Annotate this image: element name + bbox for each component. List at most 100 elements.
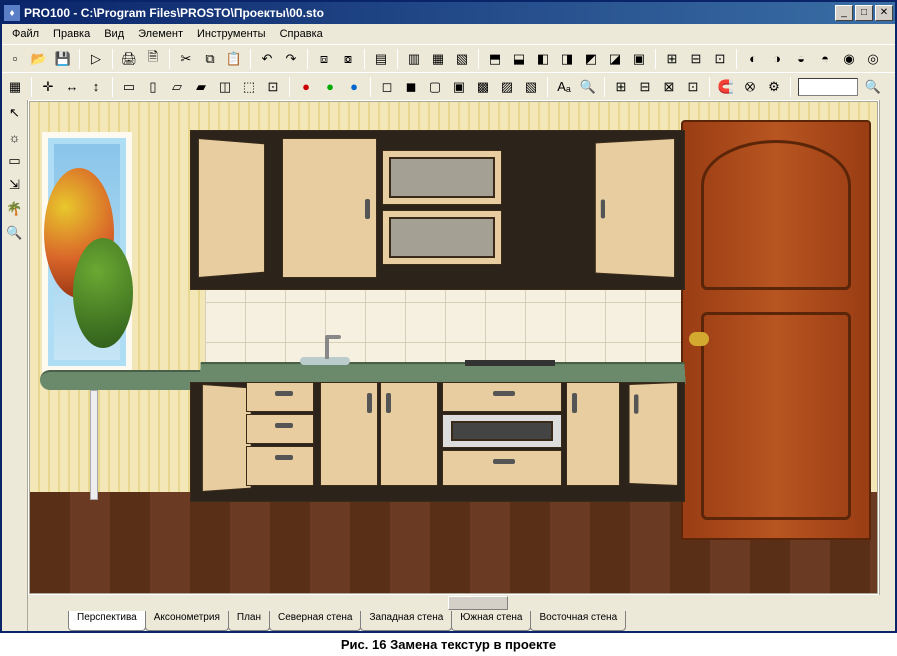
close-button[interactable]: ✕ — [875, 5, 893, 21]
wizard-icon[interactable]: ▷ — [85, 48, 107, 70]
shade6-icon[interactable]: ▨ — [496, 76, 518, 98]
view5-icon[interactable]: ◫ — [214, 76, 236, 98]
grid-icon[interactable]: ▦ — [4, 76, 26, 98]
save-icon[interactable]: 💾 — [52, 48, 74, 70]
scrollbar-thumb[interactable] — [448, 596, 508, 610]
open-icon[interactable]: 📂 — [28, 48, 50, 70]
print-pv-icon[interactable]: 🗎 — [142, 48, 164, 70]
toolbar-standard: ▫📂💾 ▷ 🖨🗎 ✂⧉📋 ↶↷ ⧈⧇ ▤ ▥▦▧ ⬒⬓◧◨◩◪▣ ⊞⊟⊡ ◐◑◒◓◉◎ — [2, 44, 895, 72]
redo-icon[interactable]: ↷ — [280, 48, 302, 70]
tree-icon[interactable]: 🌴 — [4, 198, 26, 220]
col2-icon[interactable]: ⬓ — [508, 48, 530, 70]
tx6-icon[interactable]: ◎ — [862, 48, 884, 70]
tab-axonometry[interactable]: Аксонометрия — [145, 611, 229, 631]
scrollbar-vertical[interactable] — [879, 100, 895, 595]
tab-plan[interactable]: План — [228, 611, 270, 631]
view3-icon[interactable]: ▱ — [166, 76, 188, 98]
red-icon[interactable]: ● — [295, 76, 317, 98]
col5-icon[interactable]: ◩ — [580, 48, 602, 70]
proj4-icon[interactable]: ⊡ — [682, 76, 704, 98]
blue-icon[interactable]: ● — [343, 76, 365, 98]
shade1-icon[interactable]: ◻ — [376, 76, 398, 98]
menu-file[interactable]: Файл — [6, 26, 45, 42]
zoom-combo[interactable] — [798, 78, 858, 96]
col7-icon[interactable]: ▣ — [628, 48, 650, 70]
new-icon[interactable]: ▫ — [4, 48, 26, 70]
figure-caption: Рис. 16 Замена текстур в проекте — [0, 633, 897, 656]
grp2-icon[interactable]: ⊟ — [685, 48, 707, 70]
snap1-icon[interactable]: ✛ — [37, 76, 59, 98]
zoom-icon[interactable]: 🔍 — [4, 222, 26, 244]
rect-icon[interactable]: ▭ — [4, 150, 26, 172]
minimize-button[interactable]: _ — [835, 5, 853, 21]
view-tabs: Перспектива Аксонометрия План Северная с… — [28, 611, 895, 631]
col6-icon[interactable]: ◪ — [604, 48, 626, 70]
menu-view[interactable]: Вид — [98, 26, 130, 42]
proj1-icon[interactable]: ⊞ — [610, 76, 632, 98]
toolbar-view: ▦✛↔↕▭▯▱▰◫⬚⊡●●●◻◼▢▣▩▨▧Aₐ🔍⊞⊟⊠⊡🧲⭙⚙🔍 — [2, 72, 895, 100]
snap3-icon[interactable]: ↕ — [85, 76, 107, 98]
view4-icon[interactable]: ▰ — [190, 76, 212, 98]
print-icon[interactable]: 🖨 — [118, 48, 140, 70]
zoom-icon[interactable]: 🔍 — [862, 76, 884, 98]
tab-north-wall[interactable]: Северная стена — [269, 611, 362, 631]
proj2-icon[interactable]: ⊟ — [634, 76, 656, 98]
shade3-icon[interactable]: ▢ — [424, 76, 446, 98]
cube1-icon[interactable]: ⧈ — [313, 48, 335, 70]
light-icon[interactable]: ☼ — [4, 126, 26, 148]
mag3-icon[interactable]: ⚙ — [763, 76, 785, 98]
view7-icon[interactable]: ⊡ — [262, 76, 284, 98]
app-window: ♦ PRO100 - C:\Program Files\PROSTO\Проек… — [0, 0, 897, 633]
tx3-icon[interactable]: ◒ — [790, 48, 812, 70]
menu-element[interactable]: Элемент — [132, 26, 189, 42]
grp3-icon[interactable]: ⊡ — [709, 48, 731, 70]
scrollbar-horizontal[interactable] — [28, 595, 895, 611]
window-controls: _ □ ✕ — [835, 5, 893, 21]
window-title: PRO100 - C:\Program Files\PROSTO\Проекты… — [24, 6, 835, 20]
viewport-3d[interactable] — [29, 101, 878, 594]
view2-icon[interactable]: ▯ — [142, 76, 164, 98]
snap2-icon[interactable]: ↔ — [61, 76, 83, 98]
layer-b-icon[interactable]: ▦ — [427, 48, 449, 70]
scene-kitchen — [30, 102, 877, 593]
find-icon[interactable]: 🔍 — [577, 76, 599, 98]
layers-icon[interactable]: ▤ — [370, 48, 392, 70]
undo-icon[interactable]: ↶ — [256, 48, 278, 70]
col1-icon[interactable]: ⬒ — [484, 48, 506, 70]
green-icon[interactable]: ● — [319, 76, 341, 98]
layer-a-icon[interactable]: ▥ — [403, 48, 425, 70]
col3-icon[interactable]: ◧ — [532, 48, 554, 70]
menu-help[interactable]: Справка — [274, 26, 329, 42]
view1-icon[interactable]: ▭ — [118, 76, 140, 98]
mag1-icon[interactable]: 🧲 — [715, 76, 737, 98]
text-icon[interactable]: Aₐ — [553, 76, 575, 98]
shade2-icon[interactable]: ◼ — [400, 76, 422, 98]
layer-c-icon[interactable]: ▧ — [451, 48, 473, 70]
menu-tools[interactable]: Инструменты — [191, 26, 272, 42]
shade5-icon[interactable]: ▩ — [472, 76, 494, 98]
tx5-icon[interactable]: ◉ — [838, 48, 860, 70]
paste-icon[interactable]: 📋 — [223, 48, 245, 70]
cut-icon[interactable]: ✂ — [175, 48, 197, 70]
mag2-icon[interactable]: ⭙ — [739, 76, 761, 98]
proj3-icon[interactable]: ⊠ — [658, 76, 680, 98]
tab-west-wall[interactable]: Западная стена — [360, 611, 452, 631]
snap-icon[interactable]: ⇲ — [4, 174, 26, 196]
cube2-icon[interactable]: ⧇ — [337, 48, 359, 70]
col4-icon[interactable]: ◨ — [556, 48, 578, 70]
shade4-icon[interactable]: ▣ — [448, 76, 470, 98]
tab-perspective[interactable]: Перспектива — [68, 611, 146, 631]
main-area: ↖☼▭⇲🌴🔍 — [2, 100, 895, 631]
grp1-icon[interactable]: ⊞ — [661, 48, 683, 70]
menu-edit[interactable]: Правка — [47, 26, 96, 42]
tx1-icon[interactable]: ◐ — [742, 48, 764, 70]
copy-icon[interactable]: ⧉ — [199, 48, 221, 70]
cursor-icon[interactable]: ↖ — [4, 102, 26, 124]
tx4-icon[interactable]: ◓ — [814, 48, 836, 70]
tab-south-wall[interactable]: Южная стена — [451, 611, 531, 631]
tab-east-wall[interactable]: Восточная стена — [530, 611, 626, 631]
view6-icon[interactable]: ⬚ — [238, 76, 260, 98]
maximize-button[interactable]: □ — [855, 5, 873, 21]
shade7-icon[interactable]: ▧ — [520, 76, 542, 98]
tx2-icon[interactable]: ◑ — [766, 48, 788, 70]
